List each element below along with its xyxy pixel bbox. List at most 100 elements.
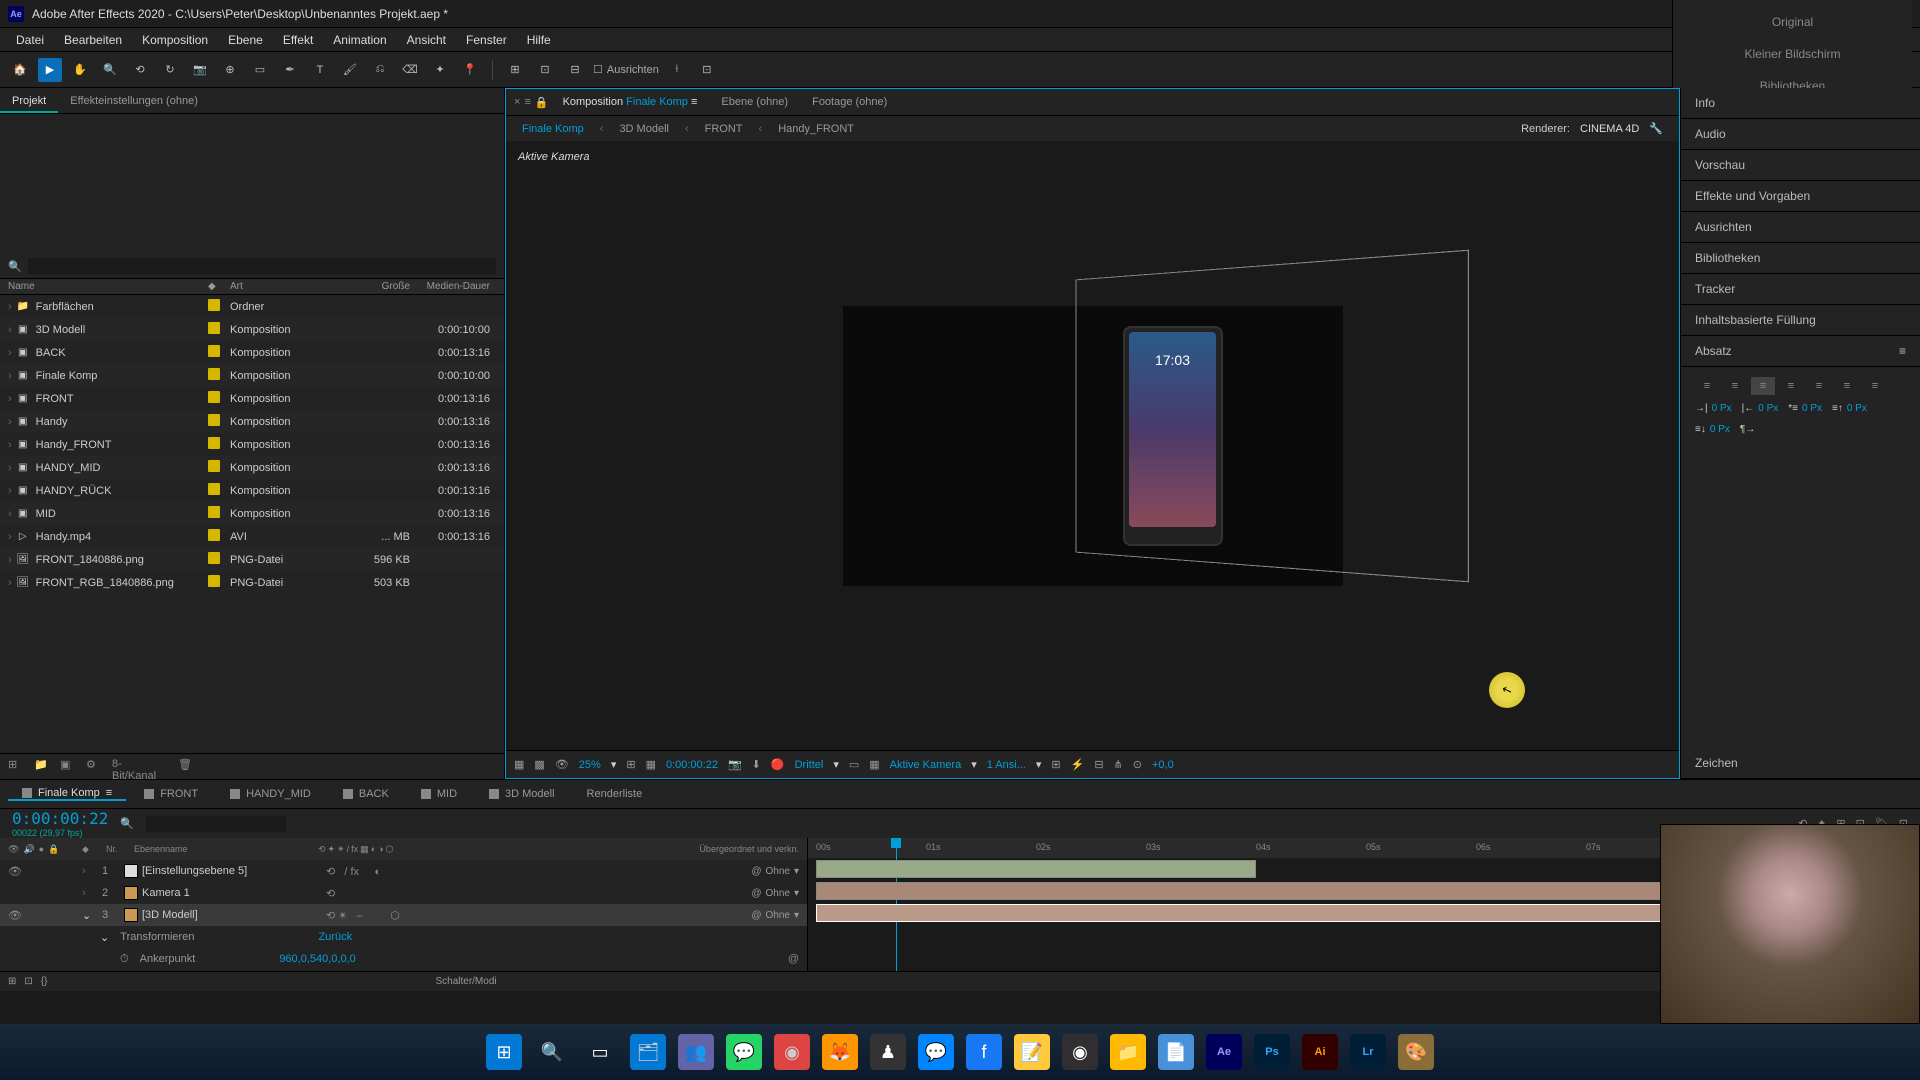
comp-settings-icon[interactable]: 🔧 bbox=[1649, 122, 1663, 135]
snap-edge-icon[interactable]: ⟊ bbox=[665, 58, 689, 82]
parent-dropdown[interactable]: Ohne bbox=[766, 910, 790, 921]
crumb-finale-komp[interactable]: Finale Komp bbox=[522, 123, 584, 135]
roto-tool-icon[interactable]: ✦ bbox=[428, 58, 452, 82]
layer-row-2[interactable]: › 2 Kamera 1 ⟲ @ Ohne ▾ bbox=[0, 882, 807, 904]
pickwhip-icon[interactable]: @ bbox=[751, 888, 761, 899]
project-item[interactable]: ›▣Handy_FRONTKomposition0:00:13:16 bbox=[0, 433, 504, 456]
col-tag-icon[interactable]: ◆ bbox=[208, 281, 230, 292]
menu-datei[interactable]: Datei bbox=[6, 28, 54, 51]
taskbar-notes-icon[interactable]: 📝 bbox=[1014, 1034, 1050, 1070]
label-col-icon[interactable]: ◆ bbox=[82, 844, 89, 854]
taskbar-app2-icon[interactable]: ♟ bbox=[870, 1034, 906, 1070]
justify-last-left-icon[interactable]: ≡ bbox=[1779, 377, 1803, 395]
layer-bar-1[interactable] bbox=[816, 860, 1256, 878]
grid-icon[interactable]: ▦ bbox=[869, 758, 879, 771]
taskbar-facebook-icon[interactable]: f bbox=[966, 1034, 1002, 1070]
panel-absatz[interactable]: Absatz≡ bbox=[1681, 336, 1920, 367]
ttab-3d-modell[interactable]: 3D Modell bbox=[475, 788, 569, 800]
local-axis-icon[interactable]: ⊞ bbox=[503, 58, 527, 82]
menu-animation[interactable]: Animation bbox=[323, 28, 396, 51]
tab-effekteinstellungen[interactable]: Effekteinstellungen (ohne) bbox=[58, 88, 210, 113]
video-col-icon[interactable]: 👁 bbox=[8, 844, 19, 855]
res-full-icon[interactable]: ⊞ bbox=[626, 758, 635, 771]
panel-menu-icon[interactable]: ≡ bbox=[1899, 344, 1906, 358]
indent-first[interactable]: *≡ 0 Px bbox=[1788, 403, 1822, 414]
camera-tool-icon[interactable]: 📷 bbox=[188, 58, 212, 82]
lock-col-icon[interactable]: 🔒 bbox=[48, 844, 59, 855]
view-axis-icon[interactable]: ⊟ bbox=[563, 58, 587, 82]
taskbar-windows-icon[interactable]: ⊞ bbox=[486, 1034, 522, 1070]
col-groesse[interactable]: Große bbox=[350, 281, 410, 292]
toggle-switches-icon[interactable]: ⊞ bbox=[8, 976, 16, 987]
taskbar-firefox-icon[interactable]: 🦊 bbox=[822, 1034, 858, 1070]
project-item[interactable]: ›🖼FRONT_RGB_1840886.pngPNG-Datei503 KB bbox=[0, 571, 504, 594]
switch-collapse-icon[interactable]: ✴ bbox=[337, 844, 345, 855]
parent-dropdown[interactable]: Ohne bbox=[766, 866, 790, 877]
switch-adj-icon[interactable]: ◑ bbox=[378, 844, 383, 855]
ttab-mid[interactable]: MID bbox=[407, 788, 471, 800]
toggle-modes-icon[interactable]: ⊡ bbox=[24, 976, 32, 987]
taskbar-messenger-icon[interactable]: 💬 bbox=[918, 1034, 954, 1070]
taskbar-lr-icon[interactable]: Lr bbox=[1350, 1034, 1386, 1070]
timecode-display[interactable]: 0:00:00:22 bbox=[666, 759, 718, 771]
bit-depth[interactable]: 8-Bit/Kanal bbox=[112, 758, 130, 776]
views-chevron-icon[interactable]: ▾ bbox=[1036, 758, 1042, 771]
ttab-handy-mid[interactable]: HANDY_MID bbox=[216, 788, 325, 800]
tab-komposition[interactable]: Komposition Finale Komp ≡ bbox=[553, 96, 708, 108]
eraser-tool-icon[interactable]: ⌫ bbox=[398, 58, 422, 82]
col-name[interactable]: Name bbox=[8, 281, 208, 292]
audio-col-icon[interactable]: 🔊 bbox=[23, 844, 34, 855]
crumb-front[interactable]: FRONT bbox=[705, 123, 743, 135]
panel-zeichen[interactable]: Zeichen bbox=[1681, 748, 1920, 779]
layer-color-swatch[interactable] bbox=[124, 886, 138, 900]
align-center-icon[interactable]: ≡ bbox=[1723, 377, 1747, 395]
flowchart-icon[interactable]: ⋔ bbox=[1114, 758, 1123, 771]
workspace-original[interactable]: Original bbox=[1762, 15, 1823, 29]
comp-tab-lock-icon[interactable]: 🔒 bbox=[535, 96, 549, 109]
clone-tool-icon[interactable]: ⎌ bbox=[368, 58, 392, 82]
layer-name[interactable]: [Einstellungsebene 5] bbox=[142, 865, 322, 877]
switch-fx-icon[interactable]: ✦ bbox=[328, 844, 336, 855]
switch-mb-icon[interactable]: ◐ bbox=[371, 844, 376, 855]
project-item[interactable]: ›▣MIDKomposition0:00:13:16 bbox=[0, 502, 504, 525]
para-dir-icon[interactable]: ¶→ bbox=[1740, 424, 1755, 435]
menu-fenster[interactable]: Fenster bbox=[456, 28, 517, 51]
hand-tool-icon[interactable]: ✋ bbox=[68, 58, 92, 82]
switch-3d-icon[interactable]: ⬡ bbox=[386, 844, 394, 855]
fast-preview-icon[interactable]: ⚡ bbox=[1071, 758, 1085, 771]
menu-ansicht[interactable]: Ansicht bbox=[397, 28, 456, 51]
stopwatch-icon[interactable]: ⏱ bbox=[120, 953, 129, 966]
pan-behind-tool-icon[interactable]: ⊕ bbox=[218, 58, 242, 82]
roi-icon[interactable]: ▭ bbox=[849, 758, 859, 771]
taskbar-whatsapp-icon[interactable]: 💬 bbox=[726, 1034, 762, 1070]
text-tool-icon[interactable]: T bbox=[308, 58, 332, 82]
project-item[interactable]: ›▷Handy.mp4AVI... MB0:00:13:16 bbox=[0, 525, 504, 548]
project-item[interactable]: ›▣HANDY_MIDKomposition0:00:13:16 bbox=[0, 456, 504, 479]
ttab-finale-komp[interactable]: Finale Komp ≡ bbox=[8, 787, 126, 801]
layer-name[interactable]: Kamera 1 bbox=[142, 887, 322, 899]
mask-icon[interactable]: ▩ bbox=[534, 758, 544, 771]
taskbar-explorer-icon[interactable]: 🗂 bbox=[630, 1034, 666, 1070]
world-axis-icon[interactable]: ⊡ bbox=[533, 58, 557, 82]
taskbar-files-icon[interactable]: 📁 bbox=[1110, 1034, 1146, 1070]
zoom-dropdown[interactable]: 25% bbox=[579, 759, 601, 771]
layer-row-1[interactable]: 👁 › 1 [Einstellungsebene 5] ⟲ / fx ◐ @ O… bbox=[0, 860, 807, 882]
exposure-reset-icon[interactable]: ⊙ bbox=[1133, 758, 1142, 771]
switch-shy-icon[interactable]: ⟲ bbox=[318, 844, 326, 855]
taskbar-notepad-icon[interactable]: 📄 bbox=[1158, 1034, 1194, 1070]
visibility-icon[interactable]: 👁 bbox=[8, 865, 24, 878]
taskbar-app3-icon[interactable]: 🎨 bbox=[1398, 1034, 1434, 1070]
interpret-footage-icon[interactable]: ⊞ bbox=[8, 758, 26, 776]
puppet-tool-icon[interactable]: 📍 bbox=[458, 58, 482, 82]
timeline-search-input[interactable] bbox=[146, 816, 286, 832]
expression-pickwhip-icon[interactable]: @ bbox=[788, 953, 799, 965]
pen-tool-icon[interactable]: ✒ bbox=[278, 58, 302, 82]
project-item[interactable]: ›🖼FRONT_1840886.pngPNG-Datei596 KB bbox=[0, 548, 504, 571]
space-before[interactable]: ≡↑ 0 Px bbox=[1832, 403, 1867, 414]
col-parent[interactable]: Übergeordnet und verkn. bbox=[699, 844, 799, 854]
panel-audio[interactable]: Audio bbox=[1681, 119, 1920, 150]
home-icon[interactable]: 🏠 bbox=[8, 58, 32, 82]
comp-tab-menu-icon[interactable]: ≡ bbox=[524, 96, 530, 108]
transparency-icon[interactable]: ▦ bbox=[646, 758, 656, 771]
crumb-3d-modell[interactable]: 3D Modell bbox=[619, 123, 669, 135]
